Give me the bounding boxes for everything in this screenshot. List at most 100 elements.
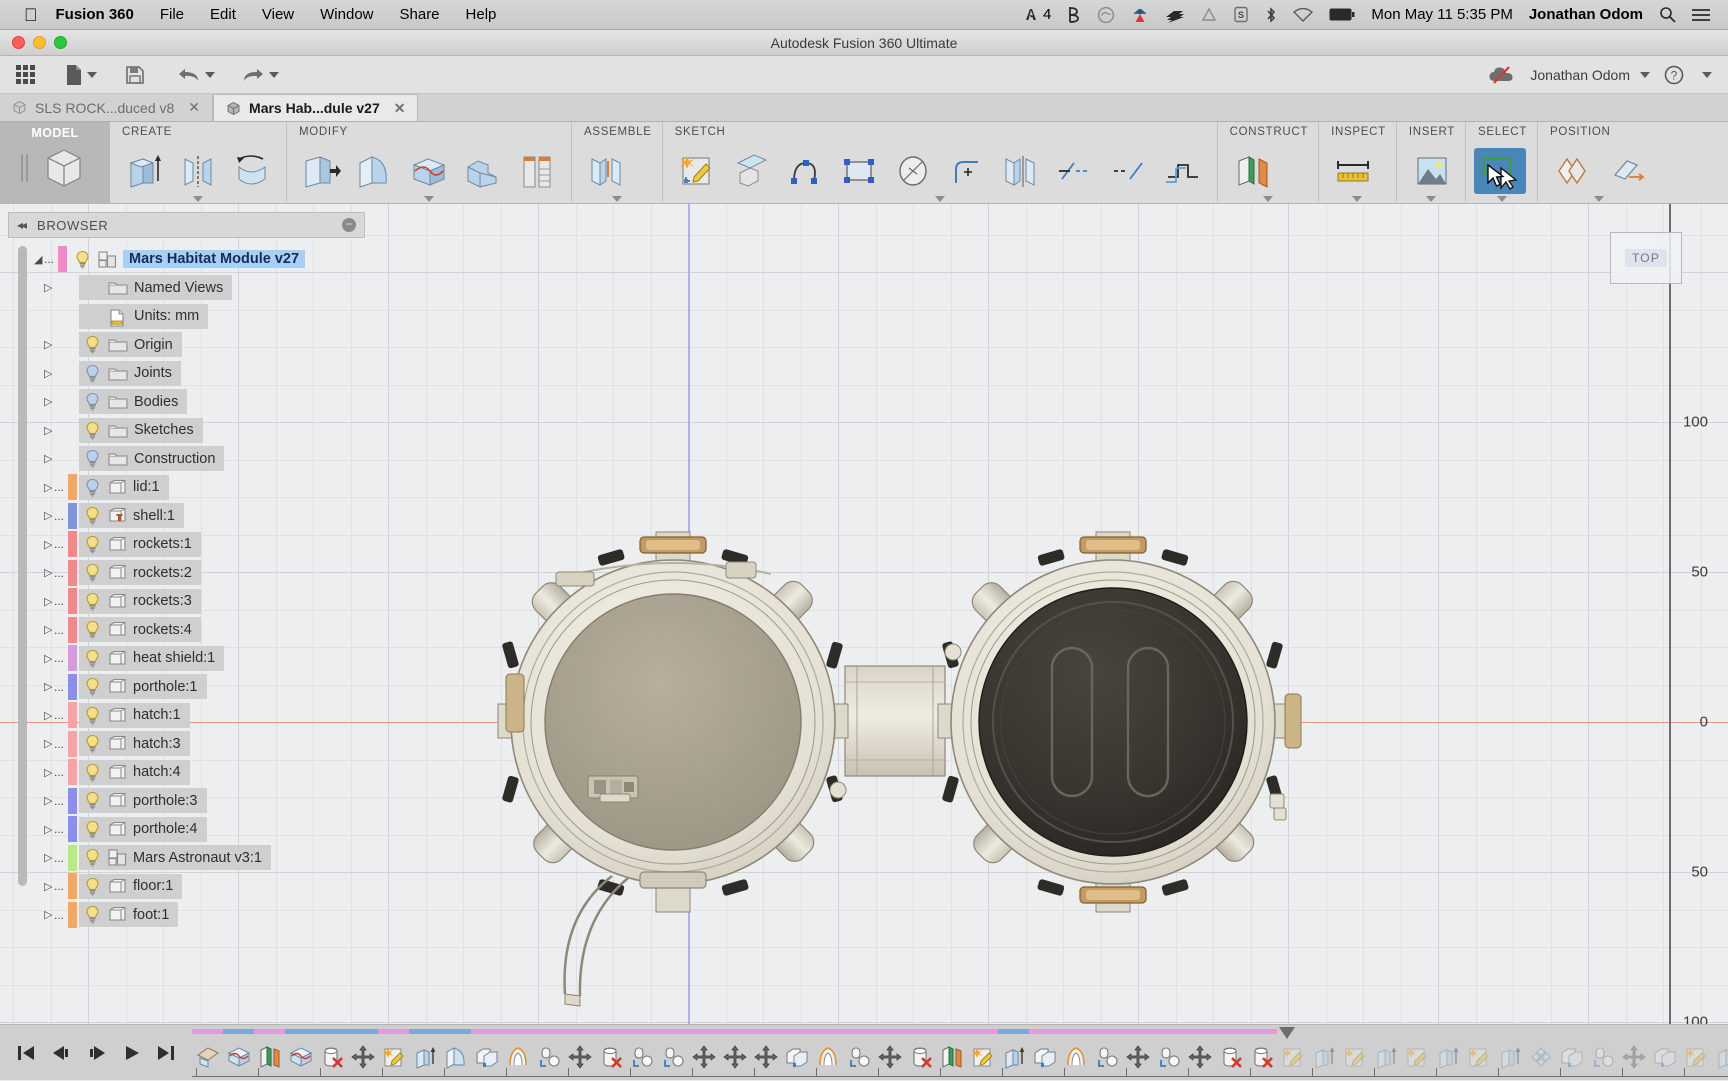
menu-help[interactable]: Help — [466, 6, 497, 23]
timeline-feature[interactable] — [1308, 1029, 1339, 1069]
apple-logo-icon[interactable]:  — [24, 6, 38, 24]
timeline-feature[interactable] — [781, 1029, 812, 1069]
timeline-feature[interactable] — [967, 1029, 998, 1069]
ribbon-group-caret-icon[interactable] — [1263, 196, 1273, 202]
google-drive-icon[interactable] — [1201, 7, 1217, 23]
visibility-bulb-icon[interactable] — [84, 706, 101, 725]
dropbox-alert-icon[interactable] — [1131, 6, 1149, 24]
rectangle-icon[interactable] — [833, 148, 885, 194]
document-tab-mars-habitat[interactable]: Mars Hab...dule v27 ✕ — [213, 94, 418, 121]
tree-row-hatch-1[interactable]: ▷ ... hatch:1 — [8, 701, 365, 730]
tree-row-porthole-3[interactable]: ▷ ... porthole:3 — [8, 787, 365, 816]
move-icon[interactable] — [1600, 148, 1652, 194]
timeline-feature[interactable] — [657, 1029, 688, 1069]
visibility-bulb-icon[interactable] — [84, 877, 101, 896]
revolve-icon[interactable] — [816, 1045, 840, 1069]
timeline-feature[interactable] — [1525, 1029, 1556, 1069]
visibility-bulb-icon[interactable] — [84, 563, 101, 582]
expand-arrow-icon[interactable]: ▷ — [44, 338, 54, 351]
timeline-feature[interactable] — [936, 1029, 967, 1069]
ribbon-group-caret-icon[interactable] — [1352, 196, 1362, 202]
visibility-bulb-icon[interactable] — [84, 649, 101, 668]
tree-row-foot-1[interactable]: ▷ ... foot:1 — [8, 901, 365, 930]
menu-view[interactable]: View — [262, 6, 294, 23]
browser-tree[interactable]: ◢ ... Mars Habitat Module v27 ▷ Named Vi… — [8, 238, 365, 929]
skip-end-icon[interactable] — [156, 1044, 176, 1062]
timeline-feature[interactable] — [595, 1029, 626, 1069]
offset-plane-icon[interactable] — [1226, 148, 1278, 194]
bluetooth-icon[interactable] — [1265, 6, 1277, 24]
extrude-icon[interactable] — [1715, 1045, 1728, 1069]
rigid-group-icon[interactable] — [847, 1045, 871, 1069]
insert-image-icon[interactable] — [1405, 148, 1457, 194]
move-icon[interactable] — [1126, 1045, 1150, 1069]
create-sketch-icon[interactable] — [1684, 1045, 1708, 1069]
timeline-feature[interactable] — [1153, 1029, 1184, 1069]
collapse-left-icon[interactable]: ◂◂ — [17, 218, 25, 232]
expand-arrow-icon[interactable]: ▷ — [44, 908, 54, 921]
move-icon[interactable] — [723, 1045, 747, 1069]
visibility-bulb-icon[interactable] — [84, 449, 101, 468]
expand-arrow-icon[interactable]: ▷ — [44, 680, 54, 693]
tree-row-rockets-4[interactable]: ▷ ... rockets:4 — [8, 616, 365, 645]
visibility-bulb-icon[interactable] — [84, 421, 101, 440]
skip-start-icon[interactable] — [16, 1044, 36, 1062]
extrude-icon[interactable] — [1374, 1045, 1398, 1069]
delete-body-icon[interactable] — [599, 1045, 623, 1069]
create-sketch-icon[interactable] — [1343, 1045, 1367, 1069]
menu-app-name[interactable]: Fusion 360 — [56, 6, 134, 23]
timeline-feature[interactable] — [347, 1029, 378, 1069]
timeline-feature[interactable] — [1122, 1029, 1153, 1069]
mirror-icon[interactable] — [995, 148, 1047, 194]
expand-arrow-icon[interactable]: ▷ — [44, 452, 54, 465]
close-tab-icon[interactable]: ✕ — [188, 99, 200, 116]
timeline-feature[interactable] — [285, 1029, 316, 1069]
timeline-feature[interactable] — [409, 1029, 440, 1069]
new-file-caret-icon[interactable] — [87, 72, 97, 78]
create-sketch-icon[interactable] — [1281, 1045, 1305, 1069]
timeline-feature[interactable] — [1339, 1029, 1370, 1069]
undo-caret-icon[interactable] — [205, 72, 215, 78]
timeline-feature[interactable] — [192, 1029, 223, 1069]
joint-icon[interactable] — [580, 148, 632, 194]
timeline-feature[interactable] — [1370, 1029, 1401, 1069]
timeline-feature[interactable] — [626, 1029, 657, 1069]
timeline-feature[interactable] — [1494, 1029, 1525, 1069]
tree-row-joints[interactable]: ▷ Joints — [8, 359, 365, 388]
play-icon[interactable] — [122, 1044, 142, 1062]
delete-body-icon[interactable] — [909, 1045, 933, 1069]
project-icon[interactable] — [725, 148, 777, 194]
timeline-feature[interactable] — [1401, 1029, 1432, 1069]
timeline-feature[interactable] — [471, 1029, 502, 1069]
expand-arrow-icon[interactable]: ▷ — [44, 509, 54, 522]
help-caret-icon[interactable] — [1702, 72, 1712, 78]
timeline-feature[interactable] — [874, 1029, 905, 1069]
fillet-sketch-icon[interactable] — [941, 148, 993, 194]
rigid-group-icon[interactable] — [630, 1045, 654, 1069]
tree-row-units-mm[interactable]: Units: mm — [8, 302, 365, 331]
visibility-bulb-icon[interactable] — [84, 506, 101, 525]
adobe-cc-icon[interactable]: 4 — [1023, 6, 1051, 23]
expand-arrow-icon[interactable]: ▷ — [44, 737, 54, 750]
copy-paste-icon[interactable] — [475, 1045, 499, 1069]
copy-paste-icon[interactable] — [1033, 1045, 1057, 1069]
visibility-bulb-icon[interactable] — [84, 734, 101, 753]
menu-file[interactable]: File — [160, 6, 184, 23]
delete-body-icon[interactable] — [1219, 1045, 1243, 1069]
redo-caret-icon[interactable] — [269, 72, 279, 78]
timeline-feature[interactable] — [1711, 1029, 1728, 1069]
timeline-feature[interactable] — [843, 1029, 874, 1069]
sketchup-icon[interactable] — [1165, 7, 1185, 23]
redo-icon[interactable] — [235, 60, 285, 90]
fillet-icon[interactable] — [349, 148, 401, 194]
ribbon-group-caret-icon[interactable] — [1594, 196, 1604, 202]
revolve-icon[interactable] — [506, 1045, 530, 1069]
copy-paste-icon[interactable] — [785, 1045, 809, 1069]
expand-arrow-icon[interactable]: ▷ — [44, 880, 54, 893]
rigid-group-icon[interactable] — [1157, 1045, 1181, 1069]
expand-arrow-icon[interactable]: ▷ — [44, 652, 54, 665]
visibility-bulb-icon[interactable] — [84, 677, 101, 696]
timeline-feature[interactable] — [316, 1029, 347, 1069]
expand-arrow-icon[interactable]: ▷ — [44, 794, 54, 807]
create-sketch-icon[interactable] — [382, 1045, 406, 1069]
